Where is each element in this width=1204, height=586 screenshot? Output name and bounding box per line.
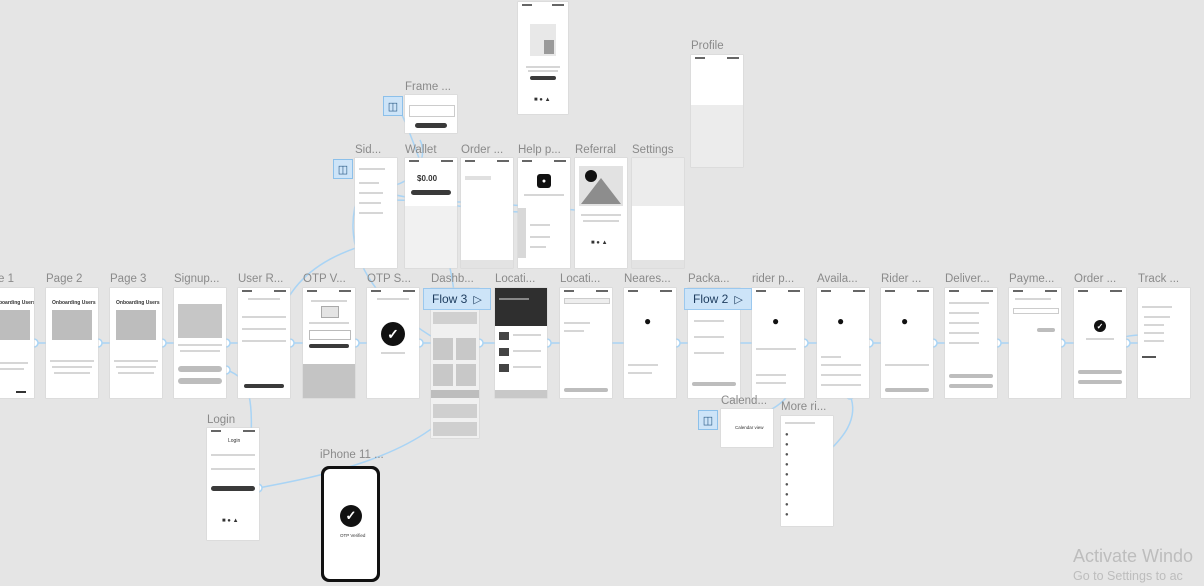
- frame-more-riders[interactable]: ● ● ● ● ● ● ● ● ●: [781, 416, 833, 526]
- frame-label-rider: Rider ...: [881, 273, 922, 285]
- frame-label-user-reg: User R...: [238, 273, 284, 285]
- frame-label-help: Help p...: [518, 144, 561, 156]
- frame-label-referral: Referral: [575, 144, 616, 156]
- frame-signup[interactable]: [174, 288, 226, 398]
- frame-label-package: Packa...: [688, 273, 730, 285]
- frame-top-card[interactable]: ■ ● ▲: [518, 2, 568, 114]
- frame-settings[interactable]: [632, 158, 684, 268]
- frame-nearest[interactable]: ●: [624, 288, 676, 398]
- frame-rider[interactable]: ●: [881, 288, 933, 398]
- frame-profile[interactable]: [691, 55, 743, 167]
- play-icon: ▷: [734, 293, 743, 306]
- flow2-badge[interactable]: Flow 2 ▷: [684, 288, 752, 310]
- frame-frame[interactable]: [405, 95, 457, 133]
- frame-otp-verification[interactable]: [303, 288, 355, 398]
- frame-label-otp-s: OTP S...: [367, 273, 411, 285]
- frame-label-signup: Signup...: [174, 273, 220, 285]
- play-icon: ▷: [473, 293, 482, 306]
- frame-label-delivery: Deliver...: [945, 273, 990, 285]
- frame-label-location2: Locati...: [560, 273, 601, 285]
- frame-help[interactable]: ●: [518, 158, 570, 268]
- frame-label-frame: Frame ...: [405, 81, 452, 93]
- windows-activation-watermark: Activate Windo Go to Settings to ac: [1073, 546, 1194, 583]
- frame-order1[interactable]: [461, 158, 513, 268]
- frame-otp-success[interactable]: ✓: [367, 288, 419, 398]
- frame-location1[interactable]: [495, 288, 547, 398]
- frame-label-order1: Order ...: [461, 144, 504, 156]
- frame-label-nearest: Neares...: [624, 273, 671, 285]
- frame-calendar[interactable]: Calendar view: [721, 409, 773, 447]
- frame-label-sidebar: Sid...: [355, 144, 382, 156]
- frame-rider-profile[interactable]: ●: [752, 288, 804, 398]
- frame-label-rider-p: rider p...: [752, 273, 795, 285]
- overlay-icon[interactable]: ◫: [333, 159, 353, 179]
- frame-label-page2: Page 2: [46, 273, 83, 285]
- frame-dashboard[interactable]: [431, 288, 479, 438]
- flow3-label: Flow 3: [432, 292, 468, 306]
- frame-label-page1: e 1: [0, 273, 14, 285]
- flow2-label: Flow 2: [693, 292, 729, 306]
- overlay-icon[interactable]: ◫: [383, 96, 403, 116]
- frame-label-wallet: Wallet: [405, 144, 437, 156]
- frame-sidebar[interactable]: [355, 158, 397, 268]
- frame-order-success[interactable]: ✓: [1074, 288, 1126, 398]
- frame-user-registration[interactable]: [238, 288, 290, 398]
- frame-label-settings: Settings: [632, 144, 674, 156]
- frame-referral[interactable]: ■ ● ▲: [575, 158, 627, 268]
- frame-label-login: Login: [207, 414, 236, 426]
- prototype-connection[interactable]: [829, 394, 854, 451]
- frame-label-dashboard: Dashb...: [431, 273, 474, 285]
- frame-label-otp-v: OTP V...: [303, 273, 346, 285]
- frame-page3[interactable]: Onboarding Users: [110, 288, 162, 398]
- overlay-icon[interactable]: ◫: [698, 410, 718, 430]
- frame-label-more-riders: More ri...: [781, 401, 827, 413]
- calendar-view-text: Calendar view: [735, 425, 764, 430]
- login-title: Login: [228, 438, 241, 444]
- frame-label-order2: Order ...: [1074, 273, 1117, 285]
- frame-label-available: Availa...: [817, 273, 858, 285]
- frame-label-iphone: iPhone 11 ...: [320, 449, 384, 461]
- frame-page1[interactable]: Onboarding Users: [0, 288, 34, 398]
- frame-wallet[interactable]: $0.00: [405, 158, 457, 268]
- frame-payment[interactable]: [1009, 288, 1061, 398]
- frame-page2[interactable]: Onboarding Users: [46, 288, 98, 398]
- frame-track[interactable]: [1138, 288, 1190, 398]
- flow3-badge[interactable]: Flow 3 ▷: [423, 288, 491, 310]
- frame-label-track: Track ...: [1138, 273, 1180, 285]
- frame-label-location1: Locati...: [495, 273, 536, 285]
- wallet-amount: $0.00: [417, 174, 438, 183]
- frame-delivery[interactable]: [945, 288, 997, 398]
- frame-label-page3: Page 3: [110, 273, 147, 285]
- frame-login[interactable]: Login ■ ● ▲: [207, 428, 259, 540]
- frame-label-profile: Profile: [691, 40, 724, 52]
- frame-iphone[interactable]: ✓ OTP Verified: [321, 466, 380, 582]
- frame-label-payment: Payme...: [1009, 273, 1055, 285]
- frame-available-riders[interactable]: ●: [817, 288, 869, 398]
- otp-verified-text: OTP Verified: [340, 533, 366, 538]
- frame-label-calendar: Calend...: [721, 395, 768, 407]
- design-canvas[interactable]: ■ ● ▲ Profile Frame ... Sid... Wallet $0…: [0, 0, 1204, 586]
- frame-location2[interactable]: [560, 288, 612, 398]
